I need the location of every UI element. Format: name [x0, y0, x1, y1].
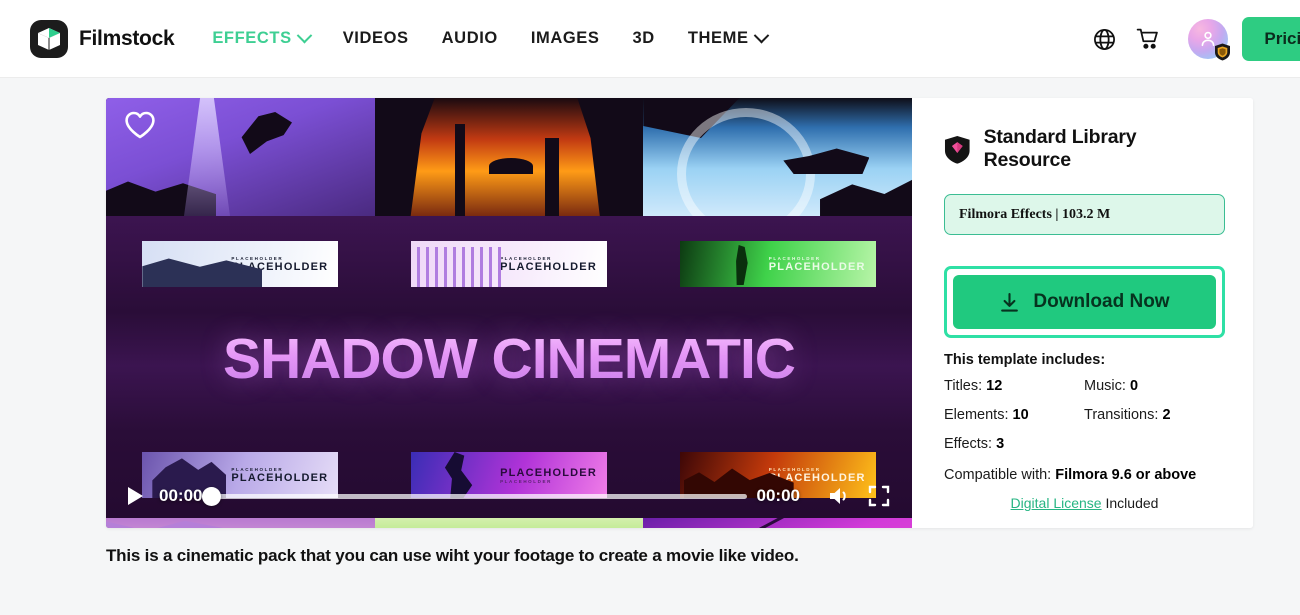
collage-cell-magenta [643, 518, 912, 528]
banner-slot: PLACEHOLDER PLACEHOLDER [106, 241, 375, 287]
video-preview[interactable]: PLACEHOLDER PLACEHOLDER PLACEHOLDER PLAC… [106, 98, 912, 528]
progress-handle[interactable] [202, 486, 222, 506]
digital-license-link[interactable]: Digital License [1011, 495, 1102, 511]
brand-logo[interactable]: Filmstock [30, 19, 175, 58]
license-suffix: Included [1105, 495, 1159, 511]
globe-icon[interactable] [1082, 17, 1126, 61]
brand-name: Filmstock [79, 26, 175, 50]
nav-item-theme[interactable]: THEME [687, 27, 769, 48]
nav-item-images-label: IMAGES [530, 29, 600, 47]
banner-slot: PLACEHOLDER PLACEHOLDER [643, 241, 912, 287]
spec-titles-label: Titles: [944, 378, 983, 394]
includes-title: This template includes: [944, 352, 1106, 368]
progress-track [202, 493, 747, 499]
collage-row-banners-upper: PLACEHOLDER PLACEHOLDER PLACEHOLDER PLAC… [106, 216, 912, 312]
spec-titles: Titles: 12 [944, 378, 1084, 394]
spec-transitions: Transitions: 2 [1084, 407, 1225, 423]
progress-scrubber[interactable] [202, 486, 747, 506]
download-icon [1001, 292, 1019, 312]
collage-cell-poles [106, 518, 375, 528]
placeholder-banner: PLACEHOLDER PLACEHOLDER [411, 241, 607, 287]
banner-slot: PLACEHOLDER PLACEHOLDER [375, 241, 644, 287]
current-time-label: 00:00 [159, 486, 203, 505]
nav-item-images[interactable]: IMAGES [531, 29, 600, 48]
nav-item-effects[interactable]: EFFECTS [212, 27, 312, 48]
video-title-art: SHADOW CINEMATIC [106, 326, 912, 392]
avatar[interactable] [1188, 19, 1231, 61]
duration-label: 00:00 [756, 486, 800, 505]
nav-item-theme-label: THEME [687, 29, 749, 47]
download-button-highlight: Download Now [944, 266, 1225, 338]
heart-icon[interactable] [124, 110, 156, 145]
collage-row-top [106, 98, 912, 216]
resource-info-panel: Standard Library Resource Filmora Effect… [912, 98, 1253, 528]
chevron-down-icon [296, 27, 312, 44]
nav-item-videos-label: VIDEOS [342, 29, 409, 47]
spec-music: Music: 0 [1084, 378, 1225, 394]
nav-item-3d-label: 3D [632, 29, 655, 47]
nav-item-audio[interactable]: AUDIO [442, 29, 498, 48]
compatibility-label: Compatible with: [944, 467, 1052, 483]
resource-type-header: Standard Library Resource [944, 126, 1225, 172]
collage-row-bottom [106, 518, 912, 528]
diamond-shield-icon [944, 135, 970, 164]
placeholder-banner: PLACEHOLDER PLACEHOLDER [142, 241, 339, 287]
compatibility-value: Filmora 9.6 or above [1055, 467, 1197, 483]
volume-icon[interactable] [828, 485, 854, 507]
banner-placeholder-large: PLACEHOLDER [768, 260, 866, 273]
spec-effects-label: Effects: [944, 436, 993, 452]
pricing-button[interactable]: Pricing [1242, 17, 1300, 61]
resource-card: PLACEHOLDER PLACEHOLDER PLACEHOLDER PLAC… [106, 98, 1253, 528]
spec-elements-label: Elements: [944, 407, 1009, 423]
nav-item-audio-label: AUDIO [441, 29, 498, 47]
page-content: PLACEHOLDER PLACEHOLDER PLACEHOLDER PLAC… [0, 78, 1300, 615]
spec-effects-value: 3 [996, 436, 1005, 452]
nav-item-effects-label: EFFECTS [212, 29, 292, 47]
collage-cell-rider [643, 98, 912, 216]
spec-music-value: 0 [1129, 378, 1139, 394]
resource-type-label: Standard Library Resource [983, 126, 1137, 171]
nav-item-3d[interactable]: 3D [633, 29, 655, 48]
compatibility-line: Compatible with: Filmora 9.6 or above [944, 467, 1225, 483]
nav-item-videos[interactable]: VIDEOS [343, 29, 409, 48]
spec-music-label: Music: [1084, 378, 1126, 394]
filmstock-cube-logo-icon [30, 19, 68, 58]
placeholder-banner: PLACEHOLDER PLACEHOLDER [679, 241, 876, 287]
nav-links: EFFECTS VIDEOS AUDIO IMAGES 3D THEME [212, 27, 799, 48]
spec-transitions-value: 2 [1162, 407, 1171, 423]
video-poster-collage: PLACEHOLDER PLACEHOLDER PLACEHOLDER PLAC… [106, 98, 912, 528]
top-navigation-bar: Filmstock EFFECTS VIDEOS AUDIO IMAGES 3D… [0, 0, 1300, 78]
play-icon[interactable] [128, 487, 143, 505]
video-controls: 00:00 00:00 [106, 476, 912, 516]
download-now-button[interactable]: Download Now [953, 275, 1216, 329]
spec-effects: Effects: 3 [944, 436, 1084, 452]
spec-titles-value: 12 [986, 378, 1003, 394]
collage-cell-greenscreen [374, 518, 644, 528]
specs-grid: Titles: 12 Music: 0 Elements: 10 Transit… [944, 378, 1225, 452]
resource-tag[interactable]: Filmora Effects | 103.2 M [944, 194, 1225, 235]
shield-badge-icon [1215, 43, 1231, 61]
spec-transitions-label: Transitions: [1084, 407, 1159, 423]
resource-description: This is a cinematic pack that you can us… [106, 546, 799, 565]
shopping-cart-icon[interactable] [1126, 17, 1170, 61]
license-line: Digital License Included [944, 495, 1225, 511]
spec-elements: Elements: 10 [944, 407, 1084, 423]
collage-cell-sunset [374, 98, 644, 216]
cube-glyph [38, 27, 60, 50]
banner-placeholder-large: PLACEHOLDER [500, 260, 597, 273]
spec-elements-value: 10 [1012, 407, 1029, 423]
download-now-label: Download Now [1033, 291, 1170, 312]
navbar-right-actions: Pricing [1082, 0, 1300, 78]
fullscreen-icon[interactable] [868, 485, 890, 507]
chevron-down-icon [753, 27, 769, 44]
